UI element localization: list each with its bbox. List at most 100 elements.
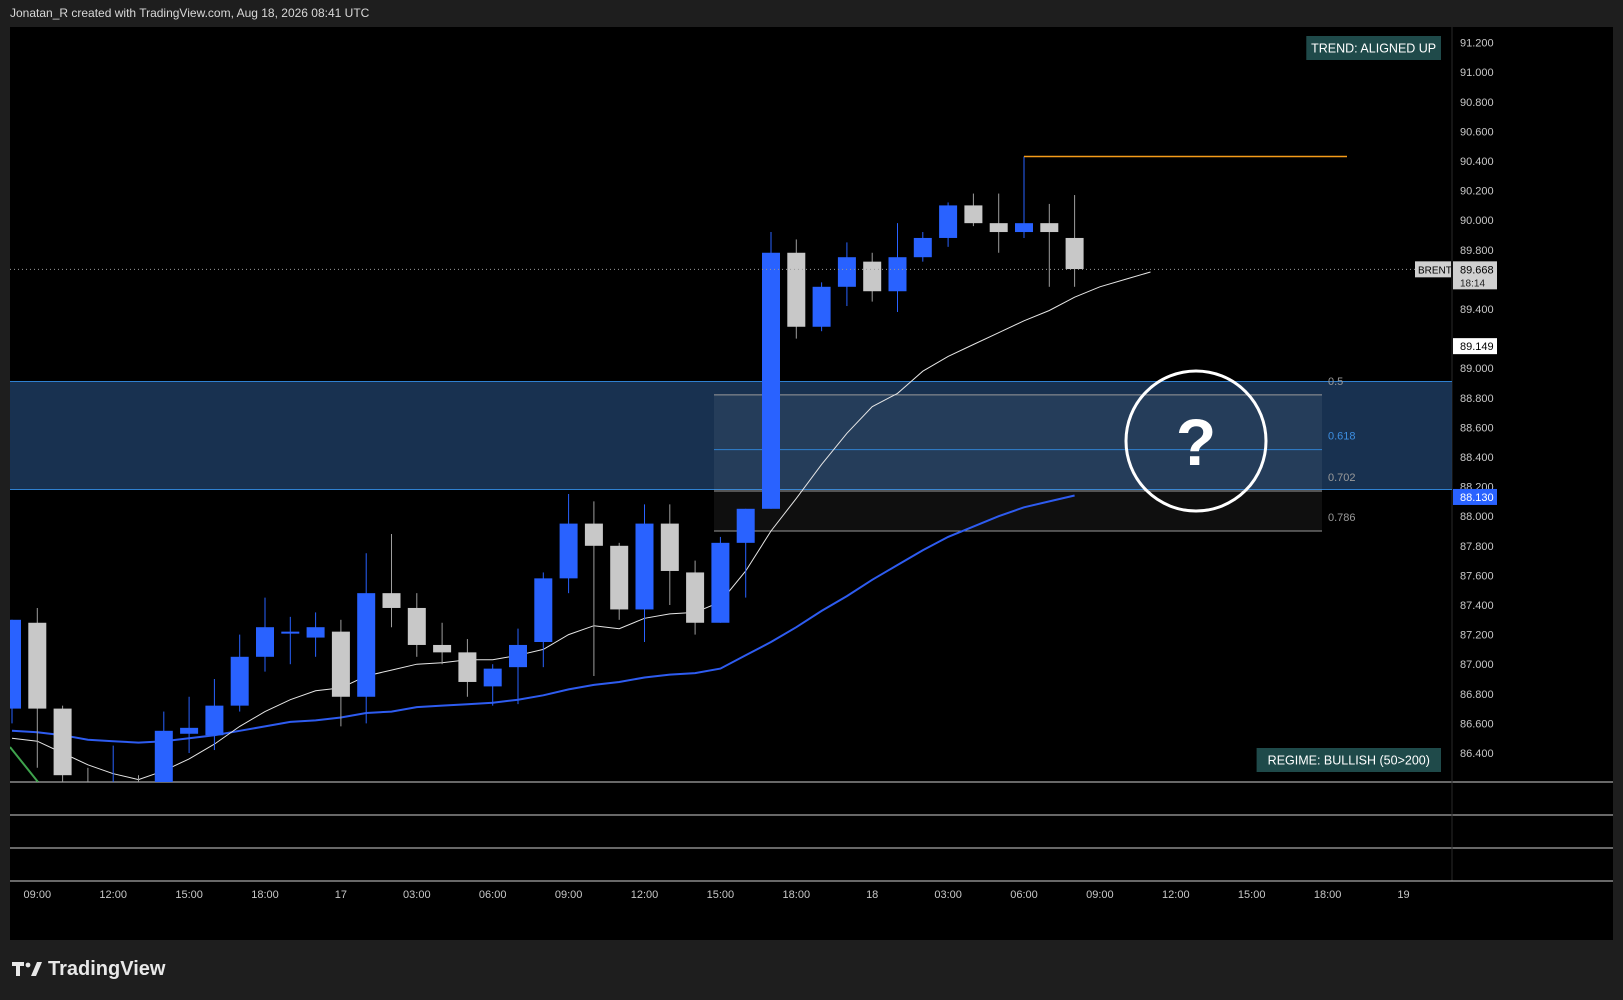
- candle[interactable]: [660, 504, 679, 605]
- price-tick-label: 90.600: [1460, 126, 1494, 138]
- candle-body: [1015, 223, 1033, 233]
- trend-badge-text: TREND: ALIGNED UP: [1311, 42, 1436, 56]
- time-tick-label: 03:00: [934, 889, 962, 901]
- candle[interactable]: [130, 775, 148, 812]
- candle[interactable]: [483, 664, 502, 706]
- candle-body: [509, 644, 527, 668]
- chart-attribution: Jonatan_R created with TradingView.com, …: [10, 6, 370, 20]
- price-tick-label: 90.200: [1460, 186, 1494, 198]
- time-tick-label: 18: [866, 889, 878, 901]
- candle[interactable]: [306, 612, 325, 657]
- candle-body: [964, 205, 983, 224]
- candle-body: [130, 783, 148, 805]
- indicator-line: [10, 746, 39, 782]
- time-tick-label: 12:00: [1162, 889, 1190, 901]
- candle[interactable]: [509, 628, 527, 705]
- candle[interactable]: [939, 202, 958, 247]
- candle[interactable]: [230, 634, 249, 712]
- tradingview-logo-icon: [12, 961, 42, 978]
- candle[interactable]: [154, 711, 173, 798]
- price-tick-label: 90.400: [1460, 156, 1494, 168]
- candle-body: [357, 593, 376, 697]
- price-tick-label: 88.800: [1460, 393, 1494, 405]
- candle[interactable]: [787, 239, 806, 339]
- candle[interactable]: [610, 542, 629, 620]
- candle-body: [483, 668, 502, 687]
- candle[interactable]: [357, 553, 376, 724]
- price-tick-label: 90.800: [1460, 97, 1494, 109]
- candle[interactable]: [762, 232, 780, 509]
- time-tick-label: 15:00: [707, 889, 735, 901]
- candle-body: [458, 652, 477, 682]
- tradingview-brand-text: TradingView: [48, 958, 166, 980]
- candle[interactable]: [458, 639, 477, 697]
- candle[interactable]: [913, 232, 932, 262]
- candle[interactable]: [1015, 156, 1033, 238]
- chart-panel[interactable]: 0.5 0.618 0.702 0.786? TREND: ALIGNED UP REGI…: [10, 27, 1613, 940]
- candle-body: [382, 593, 401, 608]
- candle-body: [1065, 237, 1084, 270]
- tradingview-logo[interactable]: TradingView: [12, 958, 165, 981]
- candle[interactable]: [837, 242, 856, 307]
- candle-body: [534, 578, 553, 642]
- candle-body: [711, 542, 730, 623]
- trend-badge: TREND: ALIGNED UP: [1306, 36, 1441, 60]
- candle[interactable]: [736, 508, 755, 598]
- candle-body: [559, 523, 578, 579]
- time-tick-label: 17: [335, 889, 347, 901]
- candle[interactable]: [863, 252, 882, 302]
- candle-body: [635, 523, 654, 610]
- candle[interactable]: [180, 696, 199, 753]
- symbol-tag: BRENT: [1418, 265, 1452, 276]
- candle[interactable]: [10, 619, 21, 724]
- fib-retracement-area: [714, 394, 1322, 531]
- question-mark-symbol: ?: [1176, 405, 1216, 479]
- candle-body: [863, 261, 882, 292]
- candle-body: [660, 523, 679, 571]
- time-tick-label: 12:00: [631, 889, 659, 901]
- price-chart[interactable]: 0.5 0.618 0.702 0.786? TREND: ALIGNED UP REGI…: [10, 27, 1613, 940]
- candle[interactable]: [534, 572, 553, 668]
- last-price-label: 89.668: [1460, 264, 1494, 276]
- price-tick-label: 87.800: [1460, 541, 1494, 553]
- candle[interactable]: [559, 494, 578, 594]
- price-tick-label: 91.000: [1460, 67, 1494, 79]
- ma-slow-value-label: 88.130: [1460, 492, 1494, 504]
- candle[interactable]: [382, 533, 401, 628]
- candle[interactable]: [964, 193, 983, 227]
- candle[interactable]: [812, 282, 831, 332]
- candle-body: [205, 705, 224, 736]
- candle-body: [888, 257, 907, 292]
- price-tick-label: 89.400: [1460, 304, 1494, 316]
- price-tick-label: 88.400: [1460, 452, 1494, 464]
- candle[interactable]: [686, 560, 705, 635]
- candle[interactable]: [281, 616, 300, 665]
- regime-badge-text: REGIME: BULLISH (50>200): [1268, 754, 1430, 768]
- time-tick-label: 09:00: [1086, 889, 1114, 901]
- price-tick-label: 91.200: [1460, 38, 1494, 50]
- price-tick-label: 87.200: [1460, 630, 1494, 642]
- candle-body: [331, 631, 350, 697]
- price-tick-label: 86.800: [1460, 689, 1494, 701]
- candle[interactable]: [989, 193, 1008, 253]
- candle-body: [256, 627, 274, 657]
- time-tick-label: 12:00: [99, 889, 127, 901]
- candle[interactable]: [584, 501, 603, 677]
- candle[interactable]: [888, 223, 907, 312]
- candle[interactable]: [256, 597, 274, 672]
- candle[interactable]: [331, 619, 350, 727]
- price-tick-label: 89.000: [1460, 363, 1494, 375]
- candle-body: [736, 508, 755, 543]
- time-tick-label: 19: [1397, 889, 1409, 901]
- time-tick-label: 06:00: [1010, 889, 1038, 901]
- candle[interactable]: [1040, 203, 1059, 287]
- candle[interactable]: [79, 767, 97, 805]
- candle[interactable]: [433, 622, 452, 665]
- candle[interactable]: [53, 705, 72, 798]
- candle-body: [180, 727, 199, 734]
- candle-body: [913, 237, 932, 258]
- candle[interactable]: [711, 536, 730, 623]
- candle[interactable]: [407, 593, 426, 657]
- candle[interactable]: [1065, 195, 1084, 287]
- fib-level-label: 0.702: [1328, 472, 1356, 484]
